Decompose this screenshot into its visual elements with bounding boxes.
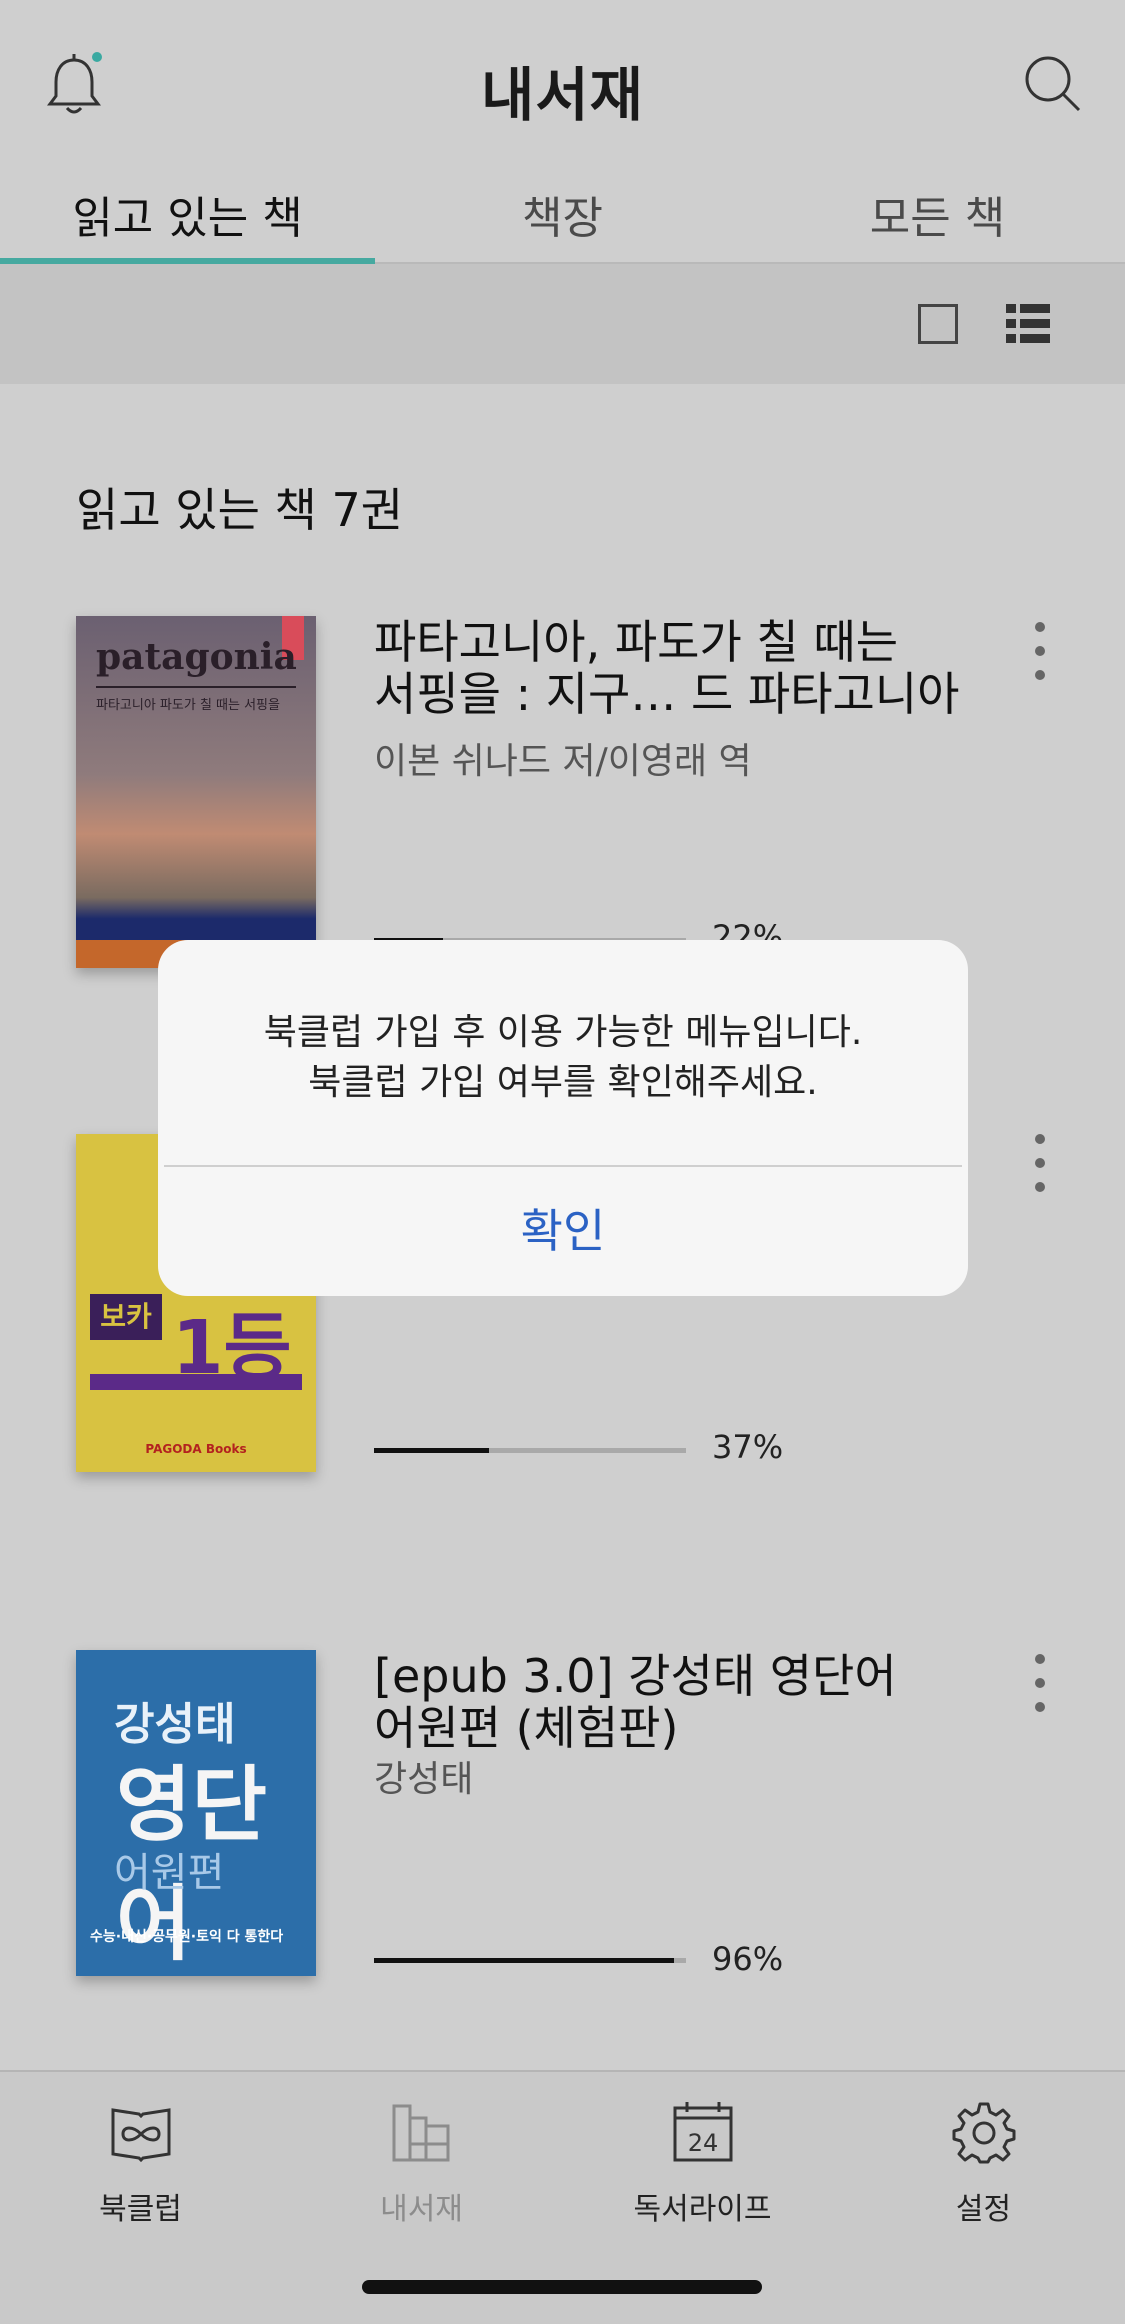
book-title-line: 파타고니아, 파도가 칠 때는: [374, 615, 899, 669]
cover-publisher: PAGODA Books: [145, 1442, 247, 1456]
page-title: 내서재: [480, 61, 645, 129]
cover-title: 보카: [90, 1294, 162, 1340]
search-icon[interactable]: [1023, 54, 1083, 114]
tab-bookshelf[interactable]: 책장: [375, 182, 750, 246]
library-icon: [390, 2100, 454, 2164]
book-item[interactable]: patagonia 파타고니아 파도가 칠 때는 서핑을 파타고니아, 파도가 …: [0, 616, 1125, 976]
nav-bookclub[interactable]: 북클럽: [0, 2100, 281, 2228]
reading-count-label: 읽고 있는 책 7권: [76, 483, 404, 537]
cover-band: [90, 1374, 302, 1390]
nav-label: 내서재: [380, 2192, 463, 2227]
more-options-icon[interactable]: [1030, 622, 1050, 682]
nav-reading-life[interactable]: 24 독서라이프: [562, 2100, 843, 2228]
view-mode-bar: [0, 264, 1125, 384]
grid-view-icon[interactable]: [918, 304, 958, 344]
nav-label: 독서라이프: [633, 2192, 772, 2227]
book-author: 강성태: [374, 1759, 474, 1800]
dialog-message: 북클럽 가입 후 이용 가능한 메뉴입니다. 북클럽 가입 여부를 확인해주세요…: [158, 1008, 968, 1108]
more-options-icon[interactable]: [1030, 1134, 1050, 1194]
tab-bar: 읽고 있는 책 책장 모든 책: [0, 170, 1125, 264]
book-cover[interactable]: 강성태 영단어 어원편 수능·내신·공무원·토익 다 통한다: [76, 1650, 316, 1976]
nav-label: 북클럽: [99, 2192, 182, 2227]
home-indicator: [362, 2280, 762, 2294]
nav-label: 설정: [955, 2192, 1012, 2227]
calendar-day: 24: [687, 2129, 718, 2157]
book-cover[interactable]: patagonia 파타고니아 파도가 칠 때는 서핑을: [76, 616, 316, 968]
alert-dialog: 북클럽 가입 후 이용 가능한 메뉴입니다. 북클럽 가입 여부를 확인해주세요…: [158, 940, 968, 1296]
more-options-icon[interactable]: [1030, 1654, 1050, 1714]
progress-percent: 96%: [712, 1940, 784, 1978]
book-title-line: 서핑을 : 지구… 드 파타고니아: [374, 667, 960, 721]
book-title-line: 어원편 (체험판): [374, 1701, 679, 1755]
book-infinity-icon: [109, 2100, 173, 2164]
confirm-button[interactable]: 확인: [158, 1167, 968, 1296]
progress-bar: [374, 1958, 686, 1963]
cover-tagline: 수능·내신·공무원·토익 다 통한다: [90, 1929, 284, 1945]
book-author: 이본 쉬나드 저/이영래 역: [374, 741, 752, 782]
book-item[interactable]: 강성태 영단어 어원편 수능·내신·공무원·토익 다 통한다 [epub 3.0…: [0, 1650, 1125, 2010]
book-title: [epub 3.0] 강성태 영단어 어원편 (체험판): [374, 1650, 974, 1754]
nav-settings[interactable]: 설정: [843, 2100, 1124, 2228]
book-title: 파타고니아, 파도가 칠 때는 서핑을 : 지구… 드 파타고니아: [374, 616, 974, 720]
cover-title: patagonia: [96, 636, 297, 678]
dialog-message-line: 북클럽 가입 후 이용 가능한 메뉴입니다.: [263, 1012, 863, 1053]
dialog-message-line: 북클럽 가입 여부를 확인해주세요.: [308, 1062, 818, 1103]
gear-icon: [952, 2100, 1016, 2164]
tab-all-books[interactable]: 모든 책: [750, 182, 1125, 246]
book-title-line: [epub 3.0] 강성태 영단어: [374, 1649, 897, 1703]
cover-subtitle: 파타고니아 파도가 칠 때는 서핑을: [96, 698, 280, 713]
nav-library[interactable]: 내서재: [281, 2100, 562, 2228]
list-view-icon[interactable]: [1006, 302, 1050, 346]
calendar-icon: 24: [671, 2100, 735, 2164]
cover-rule: [96, 686, 296, 688]
cover-subtitle: 어원편: [114, 1850, 225, 1896]
app-header: 내서재: [0, 0, 1125, 170]
tab-reading[interactable]: 읽고 있는 책: [0, 182, 375, 246]
progress-bar: [374, 1448, 686, 1453]
progress-percent: 37%: [712, 1428, 784, 1466]
